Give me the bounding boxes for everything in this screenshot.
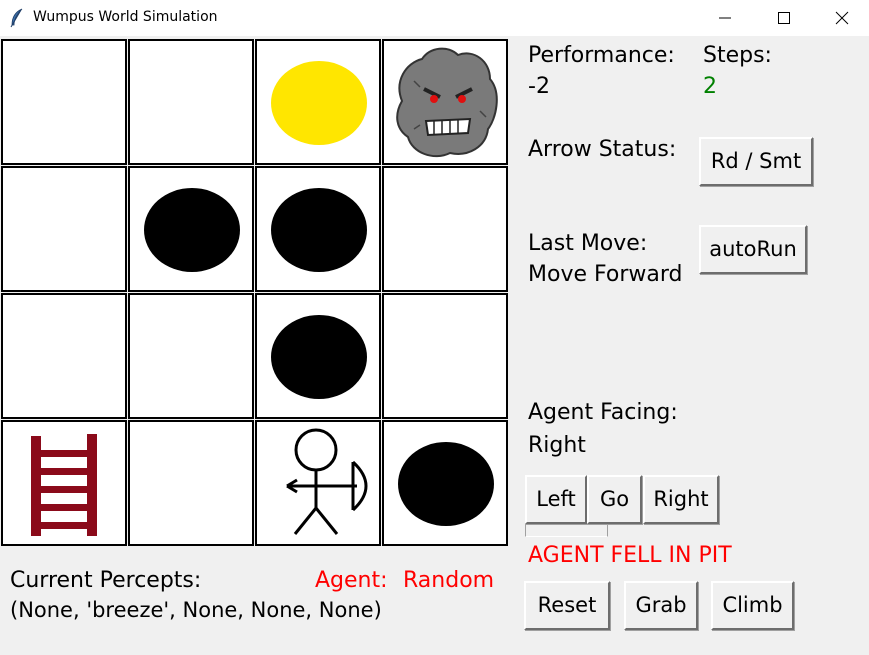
board-cell (1, 293, 127, 419)
current-percepts-value: (None, 'breeze', None, None, None) (10, 598, 382, 622)
gold-icon (271, 61, 367, 145)
board-cell (1, 39, 127, 165)
rd-smt-button[interactable]: Rd / Smt (699, 137, 813, 186)
ladder-icon (31, 434, 97, 536)
autorun-button[interactable]: autoRun (699, 225, 807, 274)
board-cell (255, 166, 381, 292)
feather-icon (10, 8, 23, 28)
maximize-button[interactable] (755, 0, 813, 36)
pit-icon (271, 188, 367, 272)
current-percepts-label: Current Percepts: (10, 568, 202, 593)
go-button[interactable]: Go (587, 475, 642, 524)
close-icon (835, 11, 849, 25)
board-cell (255, 420, 381, 546)
steps-label: Steps: (703, 43, 772, 68)
climb-button[interactable]: Climb (711, 581, 794, 630)
wumpus-board (0, 38, 510, 548)
board-cell (128, 420, 254, 546)
close-button[interactable] (813, 0, 869, 36)
board-cell (128, 166, 254, 292)
board-cell (1, 420, 127, 546)
status-message: AGENT FELL IN PIT (528, 543, 732, 568)
pit-icon (398, 442, 494, 526)
agent-facing-value: Right (528, 433, 586, 458)
board-cell (382, 166, 508, 292)
board-cell (382, 420, 508, 546)
last-move-label: Last Move: (528, 231, 648, 256)
board-cell (382, 39, 508, 165)
board-cell (1, 166, 127, 292)
grab-button[interactable]: Grab (624, 581, 698, 630)
pit-icon (271, 315, 367, 399)
agent-icon (286, 428, 368, 535)
wumpus-icon (396, 47, 498, 158)
performance-label: Performance: (528, 43, 675, 68)
board-cell (255, 39, 381, 165)
maximize-icon (778, 12, 790, 24)
title-bar: Wumpus World Simulation (0, 0, 869, 36)
reset-button[interactable]: Reset (524, 581, 610, 630)
steps-value: 2 (703, 74, 717, 99)
performance-value: -2 (528, 74, 550, 99)
minimize-button[interactable] (696, 0, 754, 36)
arrow-status-label: Arrow Status: (528, 137, 677, 162)
turn-right-label: Right (653, 487, 709, 511)
board-cell (128, 39, 254, 165)
board-cell (128, 293, 254, 419)
turn-left-label: Left (536, 487, 576, 511)
board-cell (382, 293, 508, 419)
turn-right-button[interactable]: Right (643, 475, 719, 524)
agent-type: Random (403, 568, 495, 593)
agent-label: Agent: (315, 568, 388, 593)
last-move-value: Move Forward (528, 262, 683, 287)
go-label: Go (599, 487, 630, 511)
agent-facing-label: Agent Facing: (528, 400, 678, 425)
grab-label: Grab (635, 593, 687, 617)
rd-smt-label: Rd / Smt (710, 149, 802, 173)
window-title: Wumpus World Simulation (33, 9, 218, 25)
autorun-label: autoRun (709, 237, 797, 261)
climb-label: Climb (722, 593, 783, 617)
reset-label: Reset (537, 593, 597, 617)
separator (525, 524, 608, 537)
pit-icon (144, 188, 240, 272)
board-cell (255, 293, 381, 419)
minimize-icon (719, 17, 731, 19)
turn-left-button[interactable]: Left (525, 475, 587, 524)
